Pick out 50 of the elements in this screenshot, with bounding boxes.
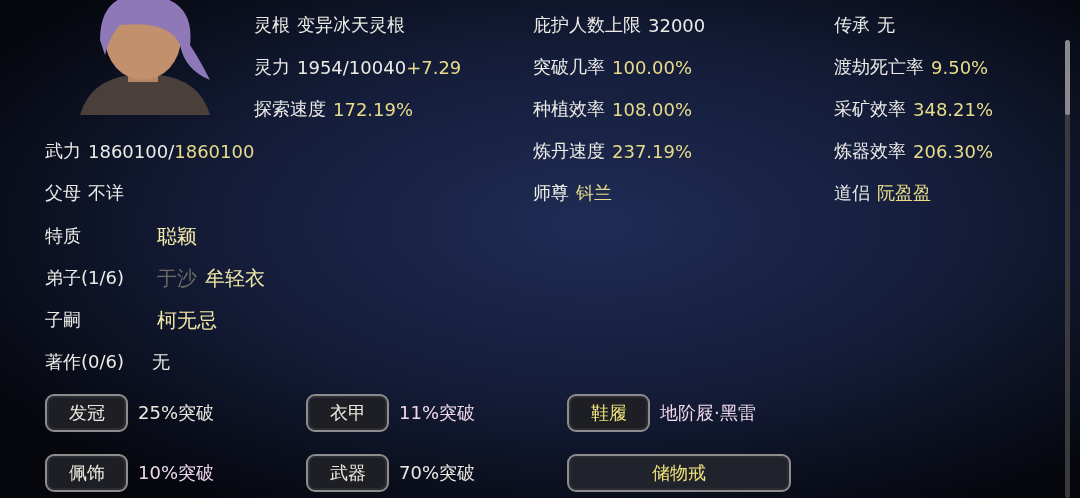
- stat-value: 348.21%: [913, 98, 994, 120]
- equipment-value: 地阶屐·黑雷: [660, 401, 756, 425]
- equipment-value: 25%突破: [138, 401, 214, 425]
- stat-value: 阮盈盈: [877, 181, 931, 205]
- stat-label: 父母: [45, 181, 81, 205]
- scrollbar[interactable]: [1065, 40, 1070, 115]
- equipment-button[interactable]: 发冠: [45, 394, 128, 432]
- stat-label: 武力: [45, 139, 81, 163]
- relation-label: 特质: [45, 224, 81, 248]
- stat-label: 师尊: [533, 181, 569, 205]
- equipment-button[interactable]: 鞋履: [567, 394, 650, 432]
- relation-label: 弟子(1/6): [45, 266, 124, 290]
- equipment-button[interactable]: 武器: [306, 454, 389, 492]
- stat-label: 种植效率: [533, 97, 605, 121]
- stat-label: 探索速度: [254, 97, 326, 121]
- equipment-value: 70%突破: [399, 461, 475, 485]
- person-name[interactable]: 柯无忌: [157, 306, 217, 334]
- stat-label: 炼丹速度: [533, 139, 605, 163]
- stat-value: 1860100/1860100: [88, 140, 255, 162]
- stat-value: 不详: [88, 181, 124, 205]
- person-name[interactable]: 牟轻衣: [205, 264, 265, 292]
- stat-value: 108.00%: [612, 98, 693, 120]
- stat-label: 道侣: [834, 181, 870, 205]
- relation-value: 无: [152, 350, 170, 374]
- stat-value: 9.50%: [931, 56, 989, 78]
- relation-label: 著作(0/6): [45, 350, 124, 374]
- stat-value: 32000: [648, 14, 706, 36]
- stat-label: 炼器效率: [834, 139, 906, 163]
- stat-value: 237.19%: [612, 140, 693, 162]
- stat-label: 渡劫死亡率: [834, 55, 924, 79]
- stat-value: 无: [877, 13, 895, 37]
- equipment-value: 11%突破: [399, 401, 475, 425]
- equipment-button[interactable]: 衣甲: [306, 394, 389, 432]
- stat-value: 钭兰: [576, 181, 612, 205]
- stat-value: 100.00%: [612, 56, 693, 78]
- equipment-button[interactable]: 佩饰: [45, 454, 128, 492]
- equipment-button[interactable]: 储物戒: [567, 454, 791, 492]
- stat-value: 172.19%: [333, 98, 414, 120]
- stat-label: 灵根: [254, 13, 290, 37]
- stat-value: 1954/10040+7.29: [297, 56, 462, 78]
- stat-value: 206.30%: [913, 140, 994, 162]
- stat-label: 突破几率: [533, 55, 605, 79]
- person-name[interactable]: 聪颖: [157, 222, 197, 250]
- equipment-value: 10%突破: [138, 461, 214, 485]
- stat-value: 变异冰天灵根: [297, 13, 405, 37]
- stat-label: 采矿效率: [834, 97, 906, 121]
- stat-label: 传承: [834, 13, 870, 37]
- stat-label: 灵力: [254, 55, 290, 79]
- relation-label: 子嗣: [45, 308, 81, 332]
- stat-label: 庇护人数上限: [533, 13, 641, 37]
